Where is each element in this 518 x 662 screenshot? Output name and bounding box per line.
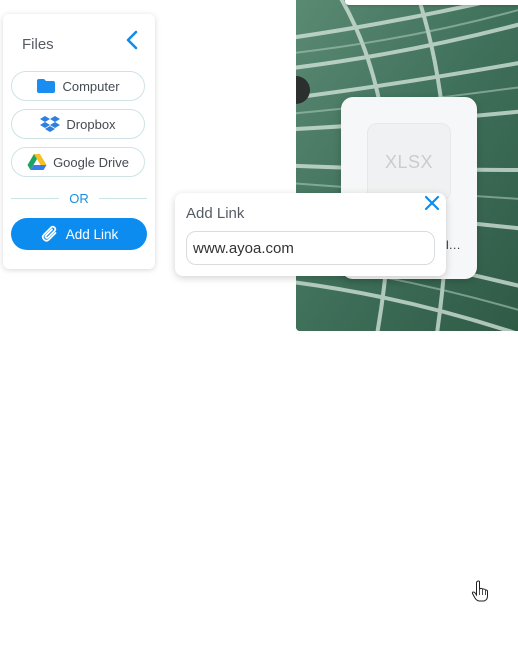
dropbox-icon <box>40 115 61 133</box>
add-link-label: Add Link <box>65 226 119 242</box>
add-link-popup-title: Add Link <box>186 205 245 222</box>
dropbox-label: Dropbox <box>66 116 116 132</box>
paperclip-icon <box>40 224 60 244</box>
google-drive-icon <box>27 153 47 171</box>
computer-button[interactable]: Computer <box>11 71 145 101</box>
file-name-text: l... <box>446 238 461 252</box>
top-toolbar-edge <box>345 0 518 5</box>
folder-icon <box>36 78 56 94</box>
close-icon[interactable] <box>424 195 440 211</box>
file-type-label: XLSX <box>384 151 434 172</box>
or-label: OR <box>69 190 89 206</box>
hand-cursor-icon <box>471 580 489 602</box>
back-chevron-icon[interactable] <box>122 29 142 51</box>
link-url-input[interactable] <box>186 231 435 265</box>
or-divider: OR <box>11 190 147 206</box>
divider-line-left <box>11 197 60 199</box>
divider-line-right <box>98 197 147 199</box>
files-panel-title: Files <box>22 36 54 53</box>
google-drive-label: Google Drive <box>53 154 129 170</box>
dropbox-button[interactable]: Dropbox <box>11 109 145 139</box>
add-link-button[interactable]: Add Link <box>11 218 147 250</box>
google-drive-button[interactable]: Google Drive <box>11 147 145 177</box>
xlsx-file-thumbnail: XLSX <box>367 123 451 201</box>
computer-label: Computer <box>62 78 120 94</box>
